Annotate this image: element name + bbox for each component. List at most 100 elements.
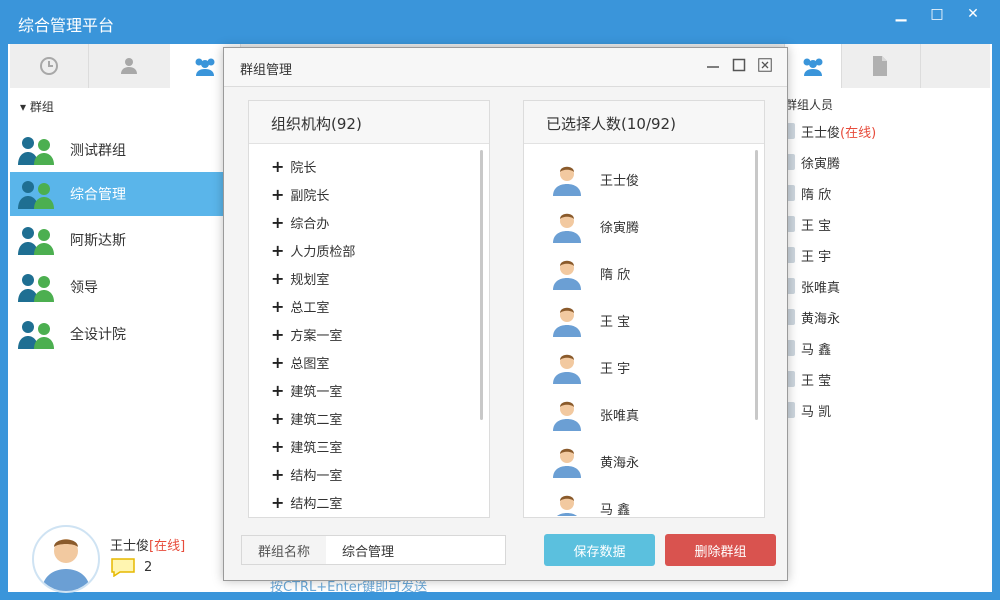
member-item[interactable]: 马 鑫: [785, 333, 831, 363]
person-avatar-icon: [553, 260, 581, 290]
expand-plus-icon: +: [271, 240, 285, 260]
org-item[interactable]: + 建筑二室: [271, 404, 342, 432]
selected-member[interactable]: 黄海永: [550, 438, 639, 484]
selected-member[interactable]: 隋 欣: [550, 250, 630, 296]
org-item[interactable]: + 综合办: [271, 208, 329, 236]
person-avatar-icon: [42, 539, 90, 591]
selected-member[interactable]: 王 宝: [550, 297, 630, 343]
org-item[interactable]: + 副院长: [271, 180, 329, 208]
org-list[interactable]: + 院长 + 副院长 + 综合办 + 人力质检部 + 规划室 + 总工室 + 方案一室 + 总图…: [249, 144, 489, 516]
person-avatar-icon: [557, 495, 577, 516]
group-management-dialog: 群组管理 组织机构(92) + 院长 + 副院长 + 综合办 + 人力质检部 + 规划室 …: [223, 47, 788, 581]
member-item[interactable]: 徐寅腾: [785, 147, 840, 177]
dialog-minimize-button[interactable]: [705, 57, 721, 73]
expand-plus-icon: +: [271, 324, 285, 344]
current-user-name: 王士俊[在线]: [110, 539, 186, 554]
save-button[interactable]: 保存数据: [544, 534, 655, 566]
org-item[interactable]: + 总图室: [271, 348, 329, 376]
user-avatar[interactable]: [32, 525, 100, 593]
message-icon: [111, 558, 135, 577]
member-item[interactable]: 王士俊 (在线): [785, 116, 876, 146]
group-avatar-icon: [16, 225, 60, 255]
expand-plus-icon: +: [271, 408, 285, 428]
org-item[interactable]: + 结构二室: [271, 488, 342, 516]
dialog-title: 群组管理: [240, 63, 293, 78]
group-item[interactable]: 全设计院: [10, 312, 228, 356]
selected-member[interactable]: 马 鑫: [550, 485, 630, 516]
title-bar: 综合管理平台 ▁ □ ✕: [0, 0, 1000, 44]
selected-panel-header: 已选择人数(10/92): [524, 101, 764, 144]
group-list-header[interactable]: ▾ 群组: [20, 98, 54, 115]
delete-group-button[interactable]: 删除群组: [665, 534, 776, 566]
tab-recent[interactable]: [10, 44, 89, 88]
org-item[interactable]: + 方案一室: [271, 320, 342, 348]
expand-plus-icon: +: [271, 156, 285, 176]
group-avatar-icon: [16, 179, 60, 209]
person-avatar-icon: [553, 401, 581, 431]
org-item[interactable]: + 建筑一室: [271, 376, 342, 404]
org-item[interactable]: + 总工室: [271, 292, 329, 320]
tab-files[interactable]: [840, 44, 921, 88]
group-name-input[interactable]: [326, 535, 506, 565]
org-item[interactable]: + 院长: [271, 152, 316, 180]
person-avatar-icon: [553, 448, 581, 478]
minimize-button[interactable]: ▁: [894, 6, 908, 22]
group-item[interactable]: 领导: [10, 265, 228, 309]
org-item[interactable]: + 建筑三室: [271, 432, 342, 460]
group-members-panel: 群组人员 王士俊 (在线) 徐寅腾 隋 欣 王 宝 王 宇 张唯真 黄海永 马 鑫…: [785, 88, 990, 592]
person-avatar-icon: [553, 354, 581, 384]
selected-member[interactable]: 徐寅腾: [550, 203, 639, 249]
expand-plus-icon: +: [271, 296, 285, 316]
group-item-selected[interactable]: 综合管理: [10, 172, 228, 216]
app-title: 综合管理平台: [18, 16, 115, 35]
member-item[interactable]: 王 莹: [785, 364, 831, 394]
selected-member[interactable]: 王 宇: [550, 344, 630, 390]
selected-member[interactable]: 王士俊: [550, 156, 639, 202]
close-button[interactable]: ✕: [966, 6, 980, 22]
tab-group-members[interactable]: [784, 44, 842, 88]
selected-member[interactable]: 张唯真: [550, 391, 639, 437]
group-icon: [803, 58, 823, 76]
minimize-icon: [707, 66, 719, 68]
maximize-button[interactable]: □: [930, 6, 944, 22]
org-structure-panel: 组织机构(92) + 院长 + 副院长 + 综合办 + 人力质检部 + 规划室 + 总工室 …: [248, 100, 490, 518]
online-status: [在线]: [149, 539, 186, 554]
person-avatar-icon: [553, 307, 581, 337]
member-item[interactable]: 黄海永: [785, 302, 840, 332]
dialog-window-controls: [705, 57, 773, 73]
expand-plus-icon: +: [271, 436, 285, 456]
member-item[interactable]: 张唯真: [785, 271, 840, 301]
member-item[interactable]: 王 宝: [785, 209, 831, 239]
expand-plus-icon: +: [271, 184, 285, 204]
current-user-panel: 王士俊[在线] 2: [10, 515, 228, 593]
tab-contacts[interactable]: [88, 44, 171, 88]
member-item[interactable]: 马 凯: [785, 395, 831, 425]
maximize-icon: [732, 58, 746, 72]
dialog-close-button[interactable]: [757, 57, 773, 73]
dialog-maximize-button[interactable]: [731, 57, 747, 73]
expand-plus-icon: +: [271, 464, 285, 484]
message-count: 2: [144, 559, 153, 575]
group-item[interactable]: 阿斯达斯: [10, 218, 228, 262]
group-avatar-icon: [16, 319, 60, 349]
dialog-title-bar: 群组管理: [224, 48, 787, 87]
group-label: 全设计院: [70, 327, 126, 343]
expand-plus-icon: +: [271, 352, 285, 372]
message-indicator[interactable]: 2: [110, 557, 152, 577]
group-label: 测试群组: [70, 143, 126, 159]
org-item[interactable]: + 人力质检部: [271, 236, 355, 264]
group-item[interactable]: 测试群组: [10, 128, 228, 172]
selected-list-scrollbar[interactable]: [755, 150, 758, 420]
person-avatar-icon: [553, 213, 581, 243]
members-header: 群组人员: [785, 98, 834, 112]
member-item[interactable]: 王 宇: [785, 240, 831, 270]
window-controls: ▁ □ ✕: [894, 6, 980, 22]
org-item[interactable]: + 规划室: [271, 264, 329, 292]
file-icon: [873, 56, 887, 76]
close-icon: [758, 58, 772, 72]
selected-list[interactable]: 王士俊 徐寅腾 隋 欣 王 宝 王 宇 张唯真 黄海永 马 鑫: [524, 144, 764, 516]
group-name-label: 群组名称: [241, 535, 327, 565]
org-item[interactable]: + 结构一室: [271, 460, 342, 488]
org-list-scrollbar[interactable]: [480, 150, 483, 420]
member-item[interactable]: 隋 欣: [785, 178, 831, 208]
